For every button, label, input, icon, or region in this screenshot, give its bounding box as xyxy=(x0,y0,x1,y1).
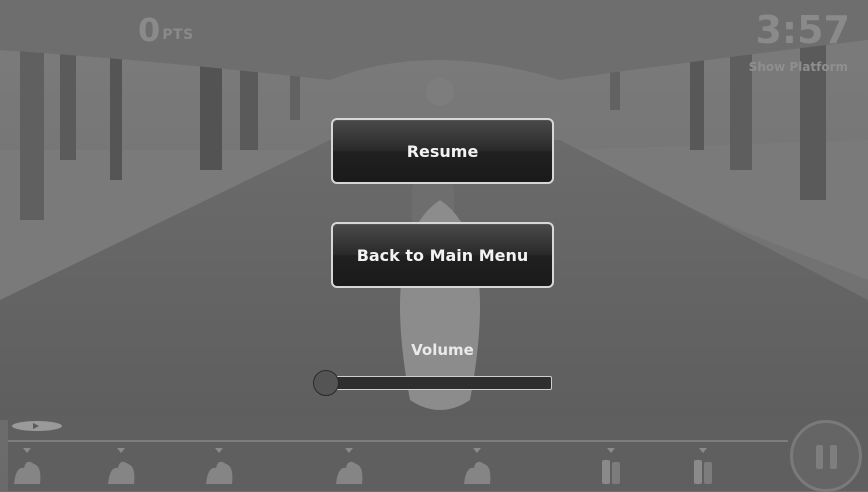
score-unit: PTS xyxy=(162,27,194,43)
bottle-pickup-icon xyxy=(596,448,626,486)
volume-slider-track[interactable] xyxy=(322,376,552,390)
item-pointer-icon xyxy=(117,448,125,453)
item-pointer-icon xyxy=(473,448,481,453)
rock-obstacle-icon xyxy=(106,448,136,486)
score-display: 0 PTS xyxy=(138,14,194,46)
progress-marker-icon xyxy=(12,421,62,431)
volume-label: Volume xyxy=(411,341,474,359)
volume-slider-thumb[interactable] xyxy=(313,370,339,396)
item-pointer-icon xyxy=(215,448,223,453)
item-pointer-icon xyxy=(699,448,707,453)
item-pointer-icon xyxy=(607,448,615,453)
timer-display: 3:57 xyxy=(755,8,850,52)
bottle-pickup-icon xyxy=(688,448,718,486)
score-value: 0 xyxy=(138,11,161,49)
back-to-main-menu-button[interactable]: Back to Main Menu xyxy=(331,222,554,288)
rock-obstacle-icon xyxy=(462,448,492,486)
pause-icon xyxy=(816,445,823,469)
item-pointer-icon xyxy=(345,448,353,453)
course-progress-bar xyxy=(8,416,868,491)
rock-obstacle-icon xyxy=(12,448,42,486)
show-platform-toggle[interactable]: Show Platform xyxy=(749,60,848,74)
rock-obstacle-icon xyxy=(204,448,234,486)
resume-button[interactable]: Resume xyxy=(331,118,554,184)
rock-obstacle-icon xyxy=(334,448,364,486)
pause-icon xyxy=(830,445,837,469)
item-pointer-icon xyxy=(23,448,31,453)
course-progress-line xyxy=(8,440,788,442)
pause-button[interactable] xyxy=(790,420,862,492)
